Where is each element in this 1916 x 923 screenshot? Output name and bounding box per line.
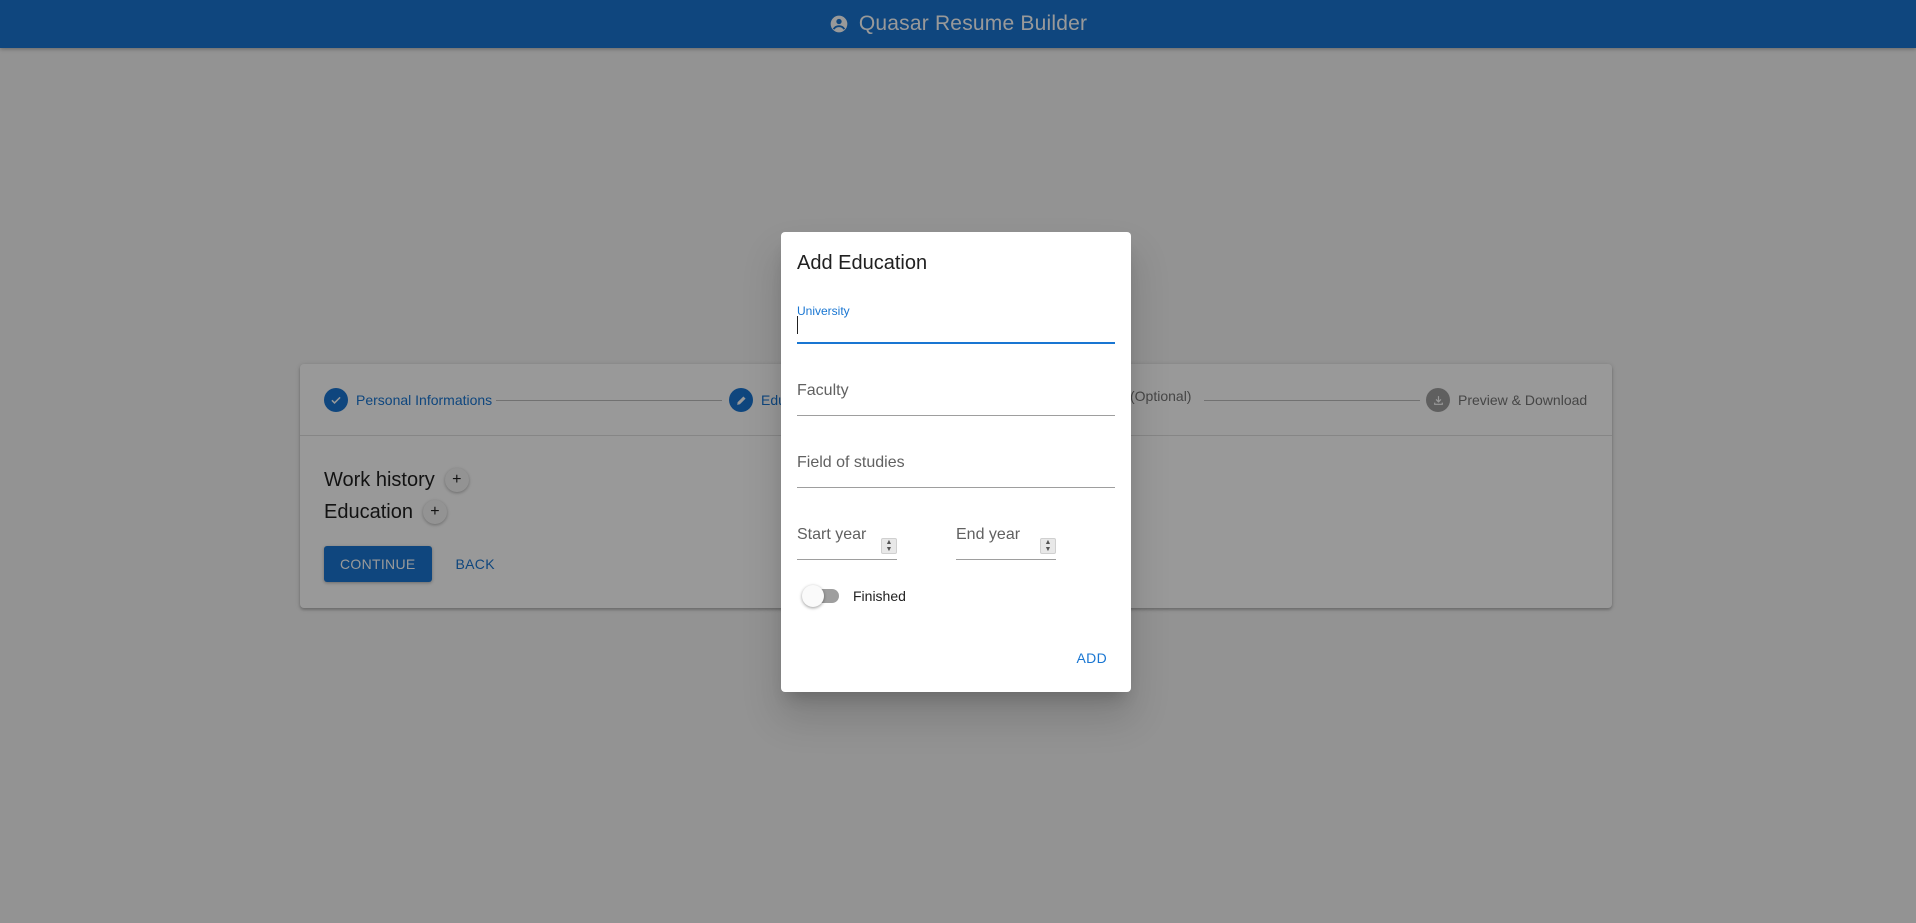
dialog-title: Add Education bbox=[797, 252, 928, 274]
finished-label: Finished bbox=[853, 588, 906, 604]
university-field[interactable]: University bbox=[797, 304, 1115, 344]
faculty-label: Faculty bbox=[797, 382, 849, 399]
start-year-field[interactable]: Start year ▲ ▼ bbox=[797, 520, 897, 560]
end-year-field[interactable]: End year ▲ ▼ bbox=[956, 520, 1056, 560]
faculty-field[interactable]: Faculty bbox=[797, 376, 1115, 416]
add-button[interactable]: ADD bbox=[1067, 644, 1117, 672]
start-year-spinner-icon[interactable]: ▲ ▼ bbox=[881, 538, 897, 554]
text-caret bbox=[797, 316, 798, 334]
end-year-spinner-icon[interactable]: ▲ ▼ bbox=[1040, 538, 1056, 554]
add-education-dialog: Add Education University Faculty Field o… bbox=[781, 232, 1131, 692]
finished-toggle[interactable] bbox=[802, 585, 839, 607]
field-of-studies-field[interactable]: Field of studies bbox=[797, 448, 1115, 488]
toggle-thumb[interactable] bbox=[802, 585, 824, 607]
university-input[interactable] bbox=[797, 316, 1115, 338]
field-of-studies-label: Field of studies bbox=[797, 454, 905, 471]
end-year-label: End year bbox=[956, 526, 1021, 543]
start-year-label: Start year bbox=[797, 526, 867, 543]
finished-toggle-row[interactable]: Finished bbox=[802, 585, 906, 607]
